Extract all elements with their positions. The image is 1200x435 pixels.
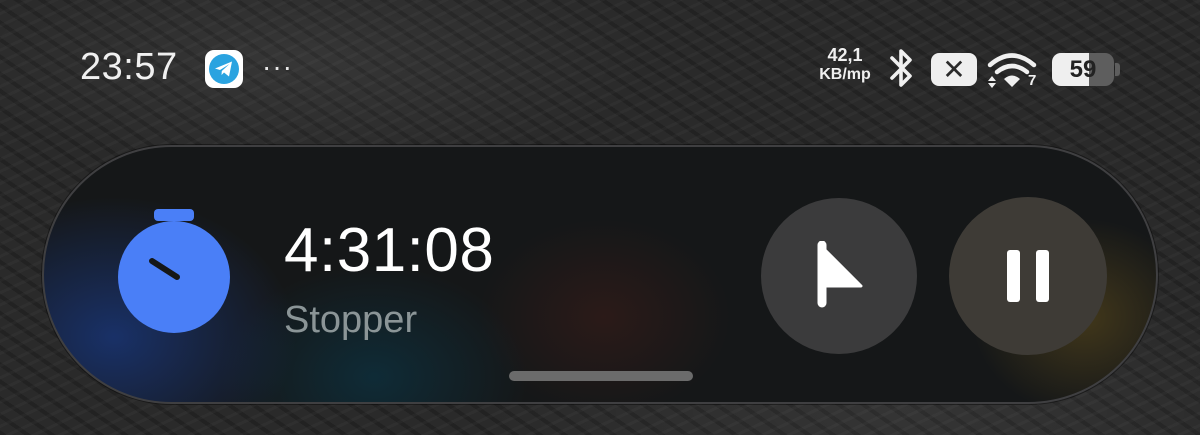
battery-indicator: 59 [1052, 53, 1114, 86]
more-notifications-icon: ··· [262, 51, 293, 82]
no-sim-icon: ✕ [931, 53, 977, 86]
bluetooth-icon [885, 46, 919, 95]
network-speed-unit: KB/mp [819, 66, 871, 83]
battery-tip [1115, 63, 1120, 76]
battery-percent: 59 [1069, 55, 1097, 83]
telegram-icon [205, 50, 243, 88]
pause-button[interactable] [949, 197, 1107, 355]
stopwatch-icon [114, 207, 234, 342]
drag-handle[interactable] [509, 371, 693, 381]
network-speed-value: 42,1 [827, 45, 863, 65]
network-speed: 42,1 KB/mp [812, 45, 878, 85]
timer-label: Stopper [284, 299, 418, 341]
lap-flag-button[interactable] [761, 198, 917, 354]
wifi-standard-badge: 7 [1028, 72, 1037, 89]
status-bar: 23:57 ··· 42,1 KB/mp ✕ 7 59 [0, 0, 1200, 135]
timer-value: 4:31:08 [284, 216, 495, 285]
flag-icon [817, 241, 863, 308]
pause-icon [1007, 250, 1049, 302]
status-clock: 23:57 [80, 46, 178, 88]
stopwatch-live-activity[interactable]: 4:31:08 Stopper [42, 145, 1158, 404]
